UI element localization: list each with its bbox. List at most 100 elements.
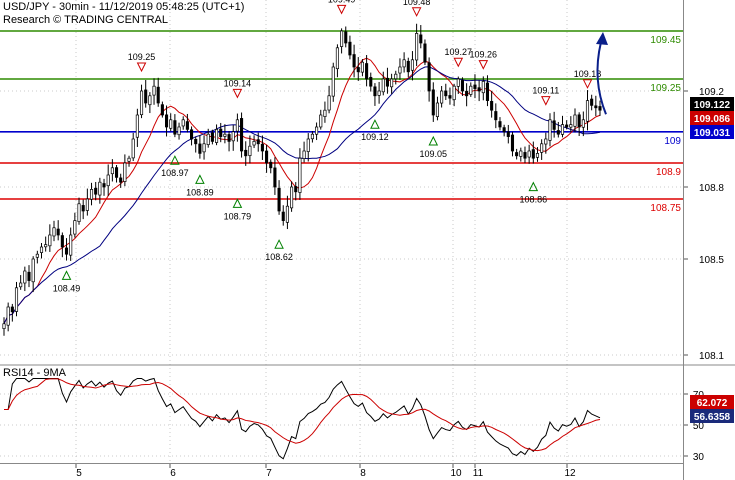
candle-body — [290, 186, 294, 209]
swing-high-label: 109.11 — [532, 86, 559, 96]
candle-body — [6, 306, 10, 326]
candle-body — [56, 228, 60, 236]
swing-low-label: 108.86 — [520, 195, 548, 205]
candle-body — [198, 143, 202, 154]
candle-body — [381, 78, 385, 93]
candle-body — [281, 211, 285, 221]
candle-body — [14, 287, 19, 312]
candle-body — [164, 114, 169, 128]
candle-body — [152, 85, 156, 96]
candle-body — [398, 66, 402, 74]
candle-body — [73, 220, 77, 235]
candle-body — [581, 119, 585, 128]
candle-body — [64, 247, 69, 255]
candle-body — [160, 104, 164, 116]
candle-body — [519, 150, 523, 157]
candle-body — [435, 102, 440, 117]
candle-body — [48, 234, 52, 247]
candle-body — [410, 59, 414, 71]
candle-body — [448, 95, 452, 99]
candle-body — [452, 85, 456, 101]
candle-body — [373, 86, 377, 97]
candle-body — [227, 134, 231, 142]
candle-body — [440, 90, 444, 104]
chart-title: USD/JPY - 30min - 11/12/2019 05:48:25 (U… — [3, 1, 245, 13]
candle-body — [306, 138, 310, 152]
candle-body — [340, 30, 344, 47]
candle-body — [260, 143, 264, 152]
candle-body — [544, 138, 548, 145]
candle-body — [506, 131, 510, 137]
price-axis-label: 108.5 — [699, 255, 724, 266]
swing-high-label: 109.14 — [224, 78, 252, 88]
candle-body — [248, 145, 252, 156]
candle-body — [531, 149, 535, 159]
chart-credit: Research © TRADING CENTRAL — [3, 14, 168, 26]
candle-body — [473, 84, 477, 89]
candle-body — [194, 138, 198, 145]
candle-body — [310, 133, 314, 140]
candle-body — [456, 78, 460, 87]
candle-body — [406, 60, 410, 73]
candle-body — [323, 109, 327, 117]
candle-body — [77, 203, 81, 222]
candle-body — [98, 181, 102, 196]
candle-body — [31, 258, 35, 283]
candle-body — [460, 80, 465, 92]
rsi-axis-label: 30 — [693, 452, 705, 463]
candle-body — [598, 106, 602, 111]
candle-body — [148, 95, 152, 106]
candle-body — [419, 34, 423, 44]
candle-body — [548, 119, 552, 141]
candle-body — [377, 90, 381, 96]
candle-body — [89, 189, 94, 200]
candle-body — [498, 121, 502, 128]
candle-body — [315, 126, 319, 135]
candle-body — [190, 129, 194, 140]
candle-body — [131, 138, 135, 159]
candle-body — [60, 235, 64, 248]
candle-body — [256, 139, 260, 145]
candle-body — [423, 43, 427, 63]
key-level-label: 109.25 — [650, 83, 681, 94]
candle-body — [327, 95, 331, 111]
candle-body — [352, 54, 356, 68]
candle-body — [240, 118, 244, 152]
candle-body — [360, 61, 364, 73]
key-level-label: 109.45 — [650, 35, 681, 46]
swing-low-label: 109.12 — [361, 132, 389, 142]
candle-body — [277, 187, 281, 212]
swing-low-label: 108.97 — [161, 168, 189, 178]
candle-body — [44, 244, 48, 248]
candle-body — [510, 134, 515, 152]
candle-body — [369, 76, 373, 87]
candle-body — [81, 205, 85, 212]
candle-body — [494, 111, 498, 121]
chart-window: 109.45 109.25 109 108.9 108.75 108.49 109.25 1… — [0, 0, 735, 480]
candle-body — [390, 78, 394, 88]
candle-body — [285, 205, 289, 223]
price-axis-label: 108.8 — [699, 183, 724, 194]
candle-body — [477, 87, 481, 92]
candle-body — [110, 167, 114, 175]
candle-body — [2, 323, 6, 329]
swing-high-label: 109.27 — [445, 47, 473, 57]
candle-body — [223, 133, 227, 137]
candle-body — [590, 98, 594, 106]
candle-body — [177, 126, 181, 136]
candle-body — [265, 150, 269, 164]
candle-body — [535, 153, 540, 158]
candle-body — [85, 198, 89, 211]
candle-body — [527, 150, 531, 158]
candle-body — [144, 89, 148, 104]
price-axis-label: 109.2 — [699, 87, 724, 98]
swing-high-label: 109.48 — [403, 0, 431, 7]
price-value-badge-label: 109.086 — [694, 114, 731, 125]
chart-svg: 109.45109.25109108.9108.75 108.49109.251… — [0, 0, 735, 480]
swing-low-label: 108.62 — [265, 252, 293, 262]
candle-body — [235, 119, 239, 132]
candle-body — [302, 150, 306, 159]
candle-body — [210, 132, 214, 142]
candle-body — [344, 31, 348, 44]
time-axis-label: 5 — [76, 468, 82, 479]
